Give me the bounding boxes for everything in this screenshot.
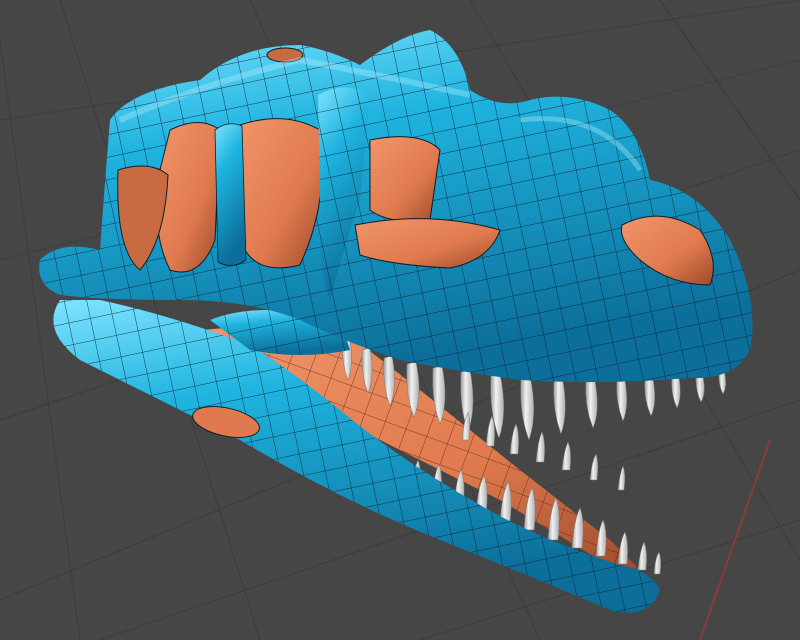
3d-viewport[interactable] <box>0 0 800 640</box>
antorbital-fenestra <box>369 136 441 222</box>
axis-line <box>699 439 771 640</box>
